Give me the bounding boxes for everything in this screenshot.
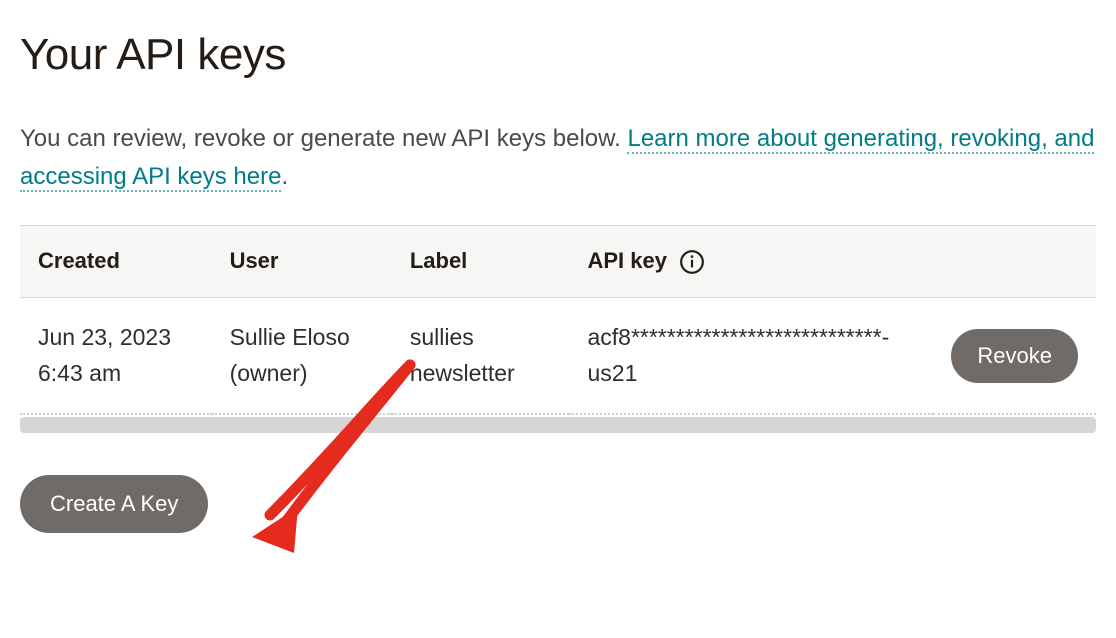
cell-actions: Revoke — [933, 297, 1096, 414]
horizontal-scrollbar[interactable] — [20, 417, 1096, 433]
intro-after: . — [281, 163, 288, 190]
col-api-key: API key — [569, 226, 933, 298]
intro-text: You can review, revoke or generate new A… — [20, 120, 1096, 197]
col-user: User — [212, 226, 392, 298]
cell-api-key: acf8****************************-us21 — [569, 297, 933, 414]
intro-before: You can review, revoke or generate new A… — [20, 125, 627, 152]
create-key-row: Create A Key — [20, 475, 1096, 533]
cell-created: Jun 23, 2023 6:43 am — [20, 297, 212, 414]
cell-user: Sullie Eloso (owner) — [212, 297, 392, 414]
col-label: Label — [392, 226, 570, 298]
col-actions — [933, 226, 1096, 298]
page-title: Your API keys — [20, 30, 1096, 80]
cell-label: sullies newsletter — [392, 297, 570, 414]
api-keys-table: Created User Label API key — [20, 226, 1096, 415]
col-api-key-label: API key — [587, 248, 667, 273]
table-row: Jun 23, 2023 6:43 am Sullie Eloso (owner… — [20, 297, 1096, 414]
api-keys-table-wrap: Created User Label API key — [20, 225, 1096, 433]
create-key-button[interactable]: Create A Key — [20, 475, 208, 533]
revoke-button[interactable]: Revoke — [951, 329, 1078, 383]
col-created: Created — [20, 226, 212, 298]
info-icon[interactable] — [679, 249, 705, 275]
